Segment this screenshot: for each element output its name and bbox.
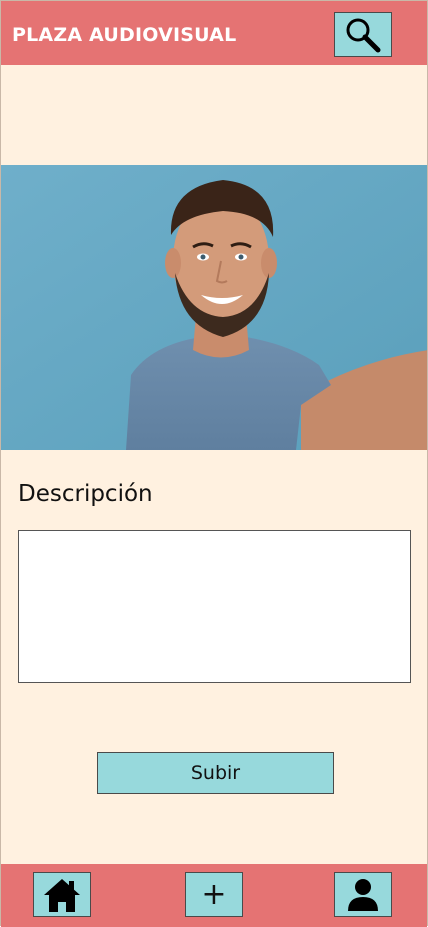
- search-button[interactable]: [334, 12, 392, 57]
- selfie-image: [1, 165, 427, 450]
- description-field[interactable]: [18, 530, 411, 683]
- submit-button[interactable]: Subir: [97, 752, 334, 794]
- home-icon: [44, 878, 80, 912]
- profile-button[interactable]: [334, 872, 392, 917]
- app-screen: PLAZA AUDIOVISUAL Descripción Subir +: [0, 0, 428, 927]
- search-icon: [346, 18, 381, 52]
- app-title: PLAZA AUDIOVISUAL: [12, 24, 237, 46]
- plus-icon: +: [201, 876, 227, 912]
- user-icon: [348, 878, 378, 911]
- add-button[interactable]: +: [185, 872, 243, 917]
- top-bar: PLAZA AUDIOVISUAL: [1, 1, 427, 65]
- uploaded-photo: [1, 165, 427, 450]
- home-button[interactable]: [33, 872, 91, 917]
- bottom-nav: +: [1, 864, 427, 927]
- description-label: Descripción: [18, 481, 153, 507]
